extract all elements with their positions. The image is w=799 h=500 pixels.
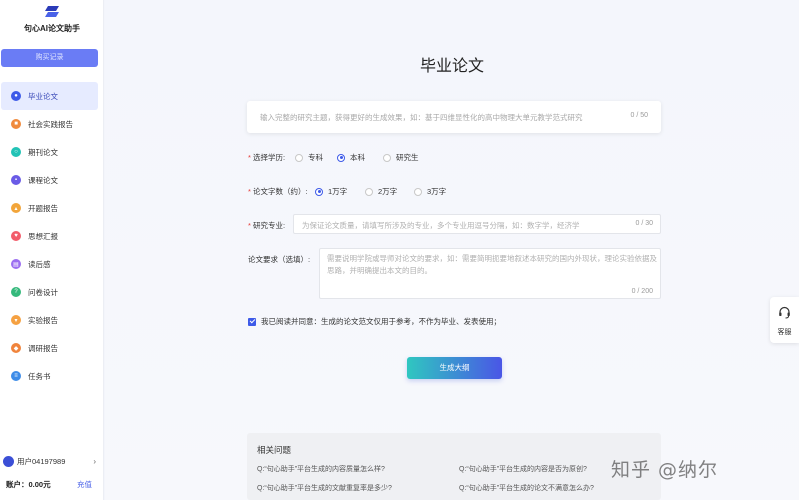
sidebar-item-label: 思想汇报 — [28, 231, 58, 241]
requirements-textarea[interactable]: 需要说明学院或导师对论文的要求，如：需要简明扼要地叙述本研究的国内外现状，理论实… — [319, 248, 661, 299]
major-char-count: 0 / 30 — [635, 220, 653, 227]
sidebar-item-label: 毕业论文 — [28, 91, 58, 101]
sidebar-item-label: 期刊论文 — [28, 147, 58, 157]
sidebar-item-graduation-thesis[interactable]: ● 毕业论文 — [1, 82, 98, 110]
document-icon: ≡ — [11, 371, 21, 381]
sidebar-item-label: 课程论文 — [28, 175, 58, 185]
account-balance-row: 账户：0.00元 充值 — [0, 476, 104, 492]
sidebar-item-proposal[interactable]: ▴ 开题报告 — [1, 194, 98, 222]
purchase-history-button[interactable]: 购买记录 — [1, 49, 98, 67]
customer-service-label: 客服 — [777, 329, 792, 336]
flask-icon: ▾ — [11, 315, 21, 325]
watermark: 知乎 @纳尔 — [611, 459, 719, 481]
education-option-bachelor[interactable]: 本科 — [337, 152, 365, 163]
radio-icon — [295, 153, 303, 162]
sidebar-item-research-report[interactable]: ◆ 调研报告 — [1, 334, 98, 362]
faq-question[interactable]: Q:“句心助手”平台生成的文献重复率是多少? — [257, 483, 392, 493]
sidebar-item-label: 实验报告 — [28, 315, 58, 325]
faq-question[interactable]: Q:“句心助手”平台生成的内容是否为原创? — [459, 464, 587, 474]
main-content: 毕业论文 输入完整的研究主题，获得更好的生成效果，如：基于四维显性化的高中物理大… — [105, 0, 799, 500]
major-input[interactable]: 为保证论文质量，请填写所涉及的专业，多个专业用逗号分隔，如：数字学，经济学 0 … — [293, 214, 661, 234]
sidebar-item-course-paper[interactable]: ▪ 课程论文 — [1, 166, 98, 194]
thesis-icon: ● — [11, 91, 21, 101]
word-count-option-30k[interactable]: 3万字 — [414, 186, 446, 197]
user-name: 用户04197989 — [17, 456, 66, 466]
customer-service-button[interactable]: 客服 — [770, 297, 799, 343]
thought-icon: ♥ — [11, 231, 21, 241]
major-placeholder: 为保证论文质量，请填写所涉及的专业，多个专业用逗号分隔，如：数字学，经济学 — [302, 221, 580, 230]
chevron-right-icon: › — [93, 456, 96, 466]
book-icon: ▤ — [11, 259, 21, 269]
proposal-icon: ▴ — [11, 203, 21, 213]
generate-outline-button[interactable]: 生成大纲 — [407, 357, 502, 379]
sidebar-item-label: 调研报告 — [28, 343, 58, 353]
radio-selected-icon — [337, 153, 345, 162]
sidebar-item-assignment[interactable]: ≡ 任务书 — [1, 362, 98, 390]
headset-icon — [778, 306, 791, 319]
course-icon: ▪ — [11, 175, 21, 185]
account-balance: 账户：0.00元 — [6, 479, 51, 489]
app-logo-icon — [45, 6, 59, 18]
page-title: 毕业论文 — [419, 58, 484, 75]
sidebar-item-journal-paper[interactable]: ○ 期刊论文 — [1, 138, 98, 166]
major-label: * 研究专业: — [248, 221, 286, 230]
education-label: * 选择学历: — [248, 153, 286, 162]
sidebar-item-label: 社会实践报告 — [28, 119, 73, 129]
faq-panel: 相关问题 Q:“句心助手”平台生成的内容质量怎么样? Q:“句心助手”平台生成的… — [247, 433, 661, 500]
radio-selected-icon — [315, 187, 323, 196]
journal-icon: ○ — [11, 147, 21, 157]
faq-question[interactable]: Q:“句心助手”平台生成的论文不满意怎么办? — [459, 483, 594, 493]
research-icon: ◆ — [11, 343, 21, 353]
questionnaire-icon: ? — [11, 287, 21, 297]
word-count-label: * 论文字数（约）: — [248, 187, 308, 196]
sidebar-item-experiment-report[interactable]: ▾ 实验报告 — [1, 306, 98, 334]
education-option-junior-college[interactable]: 专科 — [295, 152, 323, 163]
sidebar: 句心AI论文助手 购买记录 ● 毕业论文 ■ 社会实践报告 ○ 期刊论文 ▪ 课… — [0, 0, 104, 500]
app-name: 句心AI论文助手 — [24, 24, 80, 33]
radio-icon — [365, 187, 373, 196]
education-option-graduate[interactable]: 研究生 — [383, 152, 419, 163]
agreement-text: 我已阅读并同意：生成的论文范文仅用于参考，不作为毕业、发表使用； — [261, 317, 501, 326]
topic-placeholder: 输入完整的研究主题，获得更好的生成效果，如：基于四维显性化的高中物理大单元教学范… — [260, 113, 583, 122]
faq-title: 相关问题 — [257, 445, 292, 455]
app-logo[interactable]: 句心AI论文助手 — [0, 6, 104, 34]
topic-input[interactable]: 输入完整的研究主题，获得更好的生成效果，如：基于四维显性化的高中物理大单元教学范… — [247, 101, 661, 133]
sidebar-menu: ● 毕业论文 ■ 社会实践报告 ○ 期刊论文 ▪ 课程论文 ▴ 开题报告 ♥ 思… — [0, 82, 104, 390]
sidebar-item-label: 问卷设计 — [28, 287, 58, 297]
user-profile[interactable]: 用户04197989 › — [0, 452, 104, 470]
sidebar-item-label: 读后感 — [28, 259, 51, 269]
recharge-link[interactable]: 充值 — [77, 479, 92, 490]
faq-question[interactable]: Q:“句心助手”平台生成的内容质量怎么样? — [257, 464, 385, 474]
briefcase-icon: ■ — [11, 119, 21, 129]
sidebar-item-label: 开题报告 — [28, 203, 58, 213]
requirements-placeholder: 需要说明学院或导师对论文的要求，如：需要简明扼要地叙述本研究的国内外现状，理论实… — [327, 254, 657, 275]
sidebar-item-social-practice[interactable]: ■ 社会实践报告 — [1, 110, 98, 138]
radio-icon — [414, 187, 422, 196]
avatar — [3, 455, 14, 467]
checkbox-checked-icon[interactable] — [248, 317, 256, 326]
sidebar-item-questionnaire[interactable]: ? 问卷设计 — [1, 278, 98, 306]
word-count-option-10k[interactable]: 1万字 — [315, 186, 347, 197]
sidebar-item-label: 任务书 — [28, 371, 51, 381]
sidebar-item-reading-review[interactable]: ▤ 读后感 — [1, 250, 98, 278]
requirements-label: 论文要求（选填）: — [248, 255, 311, 264]
radio-icon — [383, 153, 391, 162]
topic-char-count: 0 / 50 — [630, 112, 648, 119]
word-count-option-20k[interactable]: 2万字 — [365, 186, 397, 197]
agreement-row[interactable]: 我已阅读并同意：生成的论文范文仅用于参考，不作为毕业、发表使用； — [248, 316, 501, 327]
requirements-char-count: 0 / 200 — [631, 288, 653, 295]
sidebar-item-thought-report[interactable]: ♥ 思想汇报 — [1, 222, 98, 250]
